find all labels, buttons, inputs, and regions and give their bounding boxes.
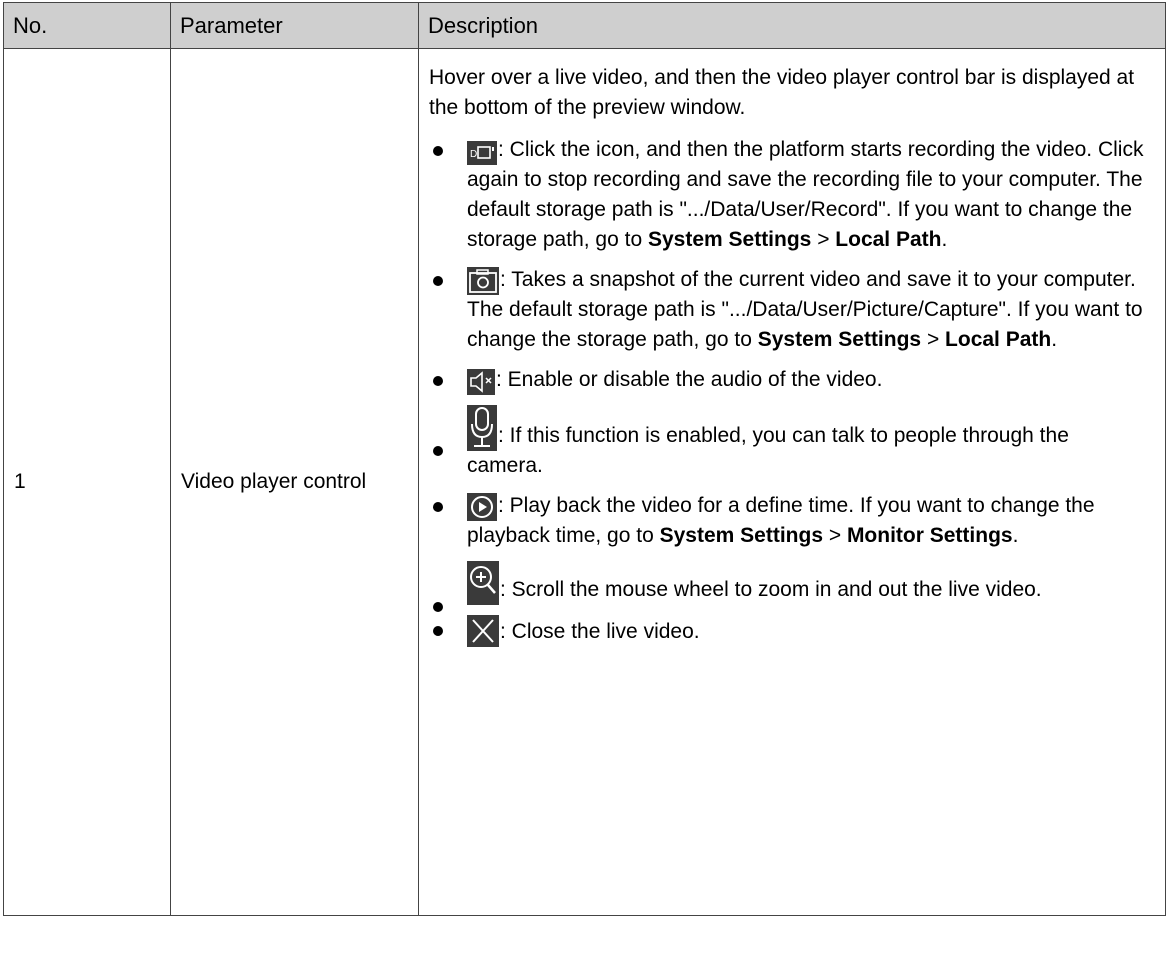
list-item-record: D : Click the icon, and then the platfor… — [429, 135, 1147, 255]
zoom-in-icon — [467, 561, 499, 605]
menu-term: System Settings — [647, 228, 812, 251]
bullet — [433, 626, 443, 636]
row-parameter: Video player control — [170, 48, 419, 916]
control-list: D : Click the icon, and then the platfor… — [429, 135, 1147, 647]
bullet — [433, 446, 443, 456]
parameter-table: No. Parameter Description 1 Video player… — [3, 2, 1166, 916]
record-icon: D — [467, 141, 497, 165]
bullet — [433, 146, 443, 156]
row-description: Hover over a live video, and then the vi… — [418, 48, 1166, 916]
header-no: No. — [3, 2, 171, 49]
close-icon — [467, 615, 499, 647]
header-description: Description — [418, 2, 1166, 49]
bullet — [433, 502, 443, 512]
list-item-zoom: : Scroll the mouse wheel to zoom in and … — [429, 561, 1147, 612]
list-item-snapshot: : Takes a snapshot of the current video … — [429, 265, 1147, 355]
row-number: 1 — [3, 48, 171, 916]
bullet — [433, 376, 443, 386]
camera-icon — [467, 267, 499, 295]
list-item-talk: : If this function is enabled, you can t… — [429, 405, 1147, 481]
list-item-close: : Close the live video. — [429, 615, 1147, 647]
bullet — [433, 276, 443, 286]
header-parameter: Parameter — [170, 2, 419, 49]
table-row: 1 Video player control Hover over a live… — [3, 48, 1166, 916]
bullet — [433, 602, 443, 612]
description-intro: Hover over a live video, and then the vi… — [429, 66, 1135, 119]
menu-term: Local Path — [945, 328, 1052, 351]
playback-icon — [467, 493, 497, 521]
header-row: No. Parameter Description — [3, 2, 1166, 49]
list-item-playback: : Play back the video for a define time.… — [429, 491, 1147, 551]
menu-term: System Settings — [757, 328, 922, 351]
menu-term: System Settings — [659, 524, 823, 547]
speaker-mute-icon — [467, 369, 495, 395]
microphone-icon — [467, 405, 497, 451]
menu-term: Monitor Settings — [846, 524, 1013, 547]
svg-text:D: D — [470, 149, 477, 160]
list-item-audio: : Enable or disable the audio of the vid… — [429, 365, 1147, 395]
menu-term: Local Path — [835, 228, 942, 251]
